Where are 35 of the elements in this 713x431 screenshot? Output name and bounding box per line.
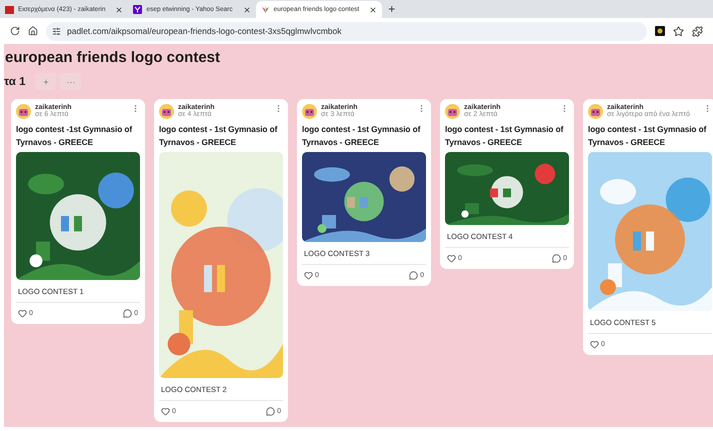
heart-icon[interactable] bbox=[304, 271, 313, 280]
y-logo-icon bbox=[133, 5, 142, 14]
post-title: logo contest -1st Gymnasio of Tyrnavos - GREECE bbox=[16, 123, 134, 149]
comment-icon[interactable] bbox=[409, 271, 418, 280]
mail-icon bbox=[5, 6, 14, 14]
reload-icon[interactable] bbox=[10, 26, 20, 36]
post-title: logo contest - 1st Gymnasio of Tyrnavos - GREECE bbox=[588, 123, 708, 149]
avatar-icon bbox=[588, 104, 603, 119]
comment-icon[interactable] bbox=[552, 254, 562, 263]
post-title: logo contest - 1st Gymnasio of Tyrnavos - GREECE bbox=[445, 123, 564, 149]
comment-icon[interactable] bbox=[266, 407, 276, 416]
site-settings-icon[interactable] bbox=[52, 26, 61, 36]
extension-icon[interactable] bbox=[655, 26, 665, 36]
avatar-icon bbox=[16, 104, 31, 119]
heart-icon[interactable] bbox=[590, 340, 599, 349]
extensions-icon[interactable] bbox=[692, 26, 703, 36]
avatar-icon bbox=[159, 104, 174, 119]
avatar-icon bbox=[445, 104, 460, 119]
avatar-icon bbox=[302, 104, 317, 119]
heart-icon[interactable] bbox=[447, 254, 456, 263]
new-tab-button[interactable]: + bbox=[382, 2, 402, 16]
address-bar[interactable]: padlet.com/aikpsomal/european-friends-logo-contest-3xs5qglmwlvcmbok bbox=[46, 22, 647, 40]
flower-icon bbox=[260, 5, 270, 14]
comment-icon[interactable] bbox=[123, 309, 132, 318]
close-icon[interactable] bbox=[242, 6, 251, 14]
bookmark-star-icon[interactable] bbox=[673, 26, 684, 36]
close-icon[interactable] bbox=[115, 6, 124, 14]
section-title: τα 1 bbox=[4, 76, 26, 88]
heart-icon[interactable] bbox=[18, 309, 27, 318]
close-icon[interactable] bbox=[369, 6, 378, 14]
post-title: logo contest - 1st Gymnasio of Tyrnavos - GREECE bbox=[159, 123, 278, 149]
post-title: logo contest - 1st Gymnasio of Tyrnavos - GREECE bbox=[302, 123, 422, 149]
board-title: european friends logo contest bbox=[5, 49, 222, 66]
home-icon[interactable] bbox=[28, 26, 38, 36]
heart-icon[interactable] bbox=[161, 407, 170, 416]
